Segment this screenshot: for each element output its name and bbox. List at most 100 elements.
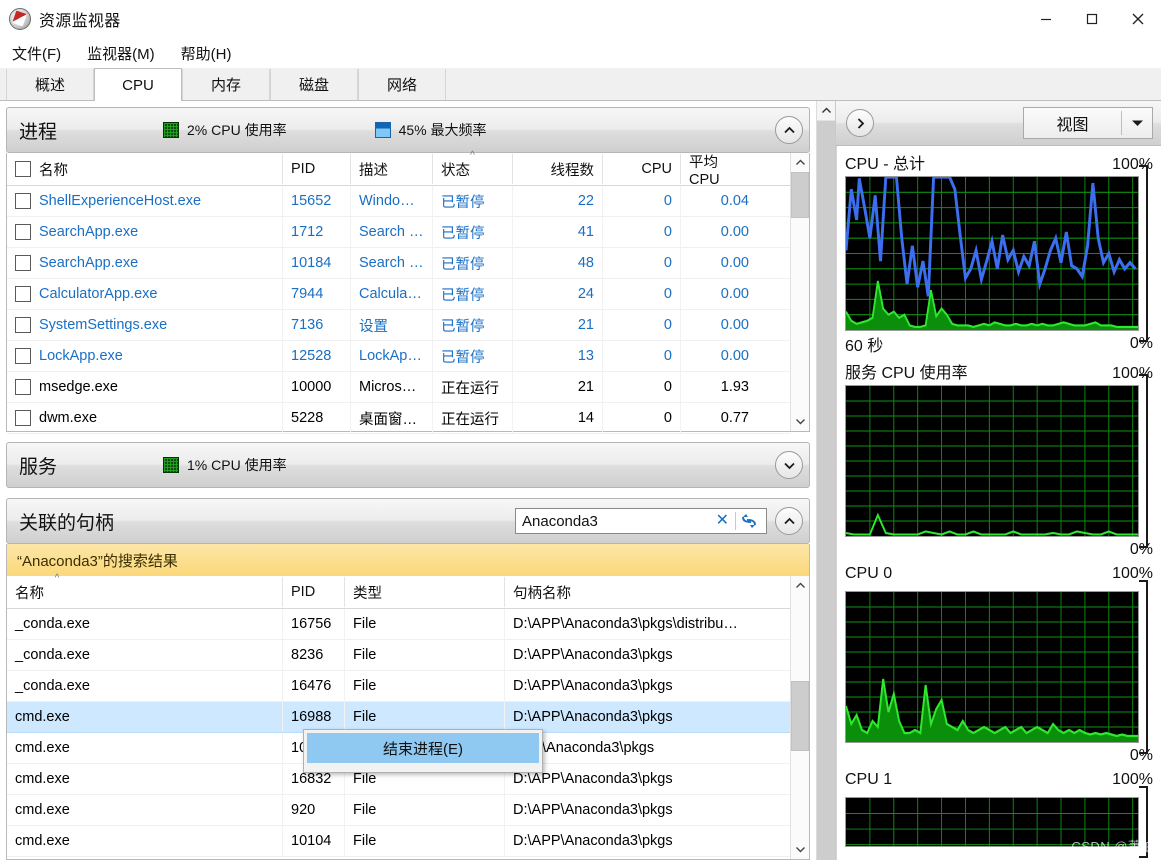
context-menu-item-end-process[interactable]: 结束进程(E) — [307, 733, 539, 763]
tab-cpu[interactable]: CPU — [94, 68, 182, 101]
process-threads: 13 — [512, 341, 602, 371]
row-checkbox[interactable] — [15, 286, 31, 302]
tab-disk[interactable]: 磁盘 — [270, 69, 358, 100]
select-all-checkbox[interactable] — [15, 161, 31, 177]
list-item[interactable]: _conda.exe 8236 File D:\APP\Anaconda3\pk… — [7, 640, 790, 671]
scrollbar-thumb[interactable] — [791, 172, 809, 218]
process-name: SearchApp.exe — [39, 224, 139, 240]
column-header-description[interactable]: 描述 — [350, 154, 432, 184]
list-item[interactable]: _conda.exe 16756 File D:\APP\Anaconda3\p… — [7, 609, 790, 640]
column-header-name[interactable]: 名称 — [7, 154, 282, 184]
handle-pid: 16756 — [282, 609, 344, 639]
column-header-threads[interactable]: 线程数 — [512, 154, 602, 184]
processes-collapse-button[interactable] — [775, 116, 803, 144]
table-row[interactable]: SystemSettings.exe 7136 设置 已暂停 21 0 0.00 — [7, 310, 790, 341]
handle-path: APP\Anaconda3\pkgs — [504, 733, 790, 763]
tab-overview[interactable]: 概述 — [6, 69, 94, 100]
handle-path: D:\APP\Anaconda3\pkgs — [504, 671, 790, 701]
scroll-down-arrow-icon[interactable] — [791, 412, 809, 431]
handle-type: File — [344, 795, 504, 825]
refresh-icon[interactable] — [736, 513, 762, 529]
minimize-button[interactable] — [1023, 0, 1069, 38]
graph-title: CPU 0 — [845, 565, 893, 582]
handle-search-box[interactable]: Anaconda3 ✕ — [515, 508, 767, 534]
row-checkbox[interactable] — [15, 348, 31, 364]
table-row[interactable]: dwm.exe 5228 桌面窗… 正在运行 14 0 0.77 — [7, 403, 790, 434]
list-item[interactable]: cmd.exe 10104 File D:\APP\Anaconda3\pkgs — [7, 826, 790, 857]
handles-collapse-button[interactable] — [775, 507, 803, 535]
handles-scrollbar[interactable] — [790, 576, 809, 859]
tab-network[interactable]: 网络 — [358, 69, 446, 100]
column-header-cpu[interactable]: CPU — [602, 154, 680, 184]
close-button[interactable] — [1115, 0, 1161, 38]
window-title: 资源监视器 — [39, 13, 121, 30]
menu-item-help[interactable]: 帮助(H) — [181, 43, 232, 64]
row-checkbox[interactable] — [15, 255, 31, 271]
scroll-up-arrow-icon[interactable] — [791, 576, 809, 595]
scrollbar-track[interactable] — [791, 172, 809, 412]
services-expand-button[interactable] — [775, 451, 803, 479]
handle-column-header-pid[interactable]: PID — [282, 577, 344, 607]
view-dropdown[interactable]: 视图 — [1023, 107, 1153, 139]
row-checkbox[interactable] — [15, 224, 31, 240]
page-scroll-up-icon[interactable] — [817, 101, 835, 121]
context-menu[interactable]: 结束进程(E) — [303, 729, 543, 773]
scrollbar-thumb[interactable] — [791, 681, 809, 751]
handle-column-header-name[interactable]: ^ 名称 — [7, 574, 282, 607]
search-input[interactable]: Anaconda3 — [522, 513, 710, 530]
processes-section-header[interactable]: 进程 2% CPU 使用率 45% 最大频率 — [6, 107, 810, 153]
handle-column-header-type[interactable]: 类型 — [344, 577, 504, 607]
menu-item-monitor[interactable]: 监视器(M) — [87, 43, 155, 64]
process-name: CalculatorApp.exe — [39, 286, 158, 302]
process-name: SearchApp.exe — [39, 255, 139, 271]
list-item[interactable]: _conda.exe 16476 File D:\APP\Anaconda3\p… — [7, 671, 790, 702]
caret-down-icon[interactable] — [1122, 119, 1152, 127]
handles-section-header[interactable]: 关联的句柄 Anaconda3 ✕ — [6, 498, 810, 544]
scroll-up-arrow-icon[interactable] — [791, 153, 809, 172]
row-checkbox[interactable] — [15, 410, 31, 426]
handle-pid: 10104 — [282, 826, 344, 856]
clear-search-icon[interactable]: ✕ — [710, 513, 735, 529]
table-row[interactable]: LockApp.exe 12528 LockAp… 已暂停 13 0 0.00 — [7, 341, 790, 372]
maximize-button[interactable] — [1069, 0, 1115, 38]
handle-pid: 920 — [282, 795, 344, 825]
row-checkbox[interactable] — [15, 193, 31, 209]
table-row[interactable]: ShellExperienceHost.exe 15652 Windo… 已暂停… — [7, 186, 790, 217]
handles-title: 关联的句柄 — [19, 512, 115, 534]
table-row[interactable]: SearchApp.exe 1712 Search … 已暂停 41 0 0.0… — [7, 217, 790, 248]
graph-axis-bracket — [1139, 580, 1153, 754]
handle-name: _conda.exe — [15, 616, 90, 632]
list-item[interactable]: cmd.exe 920 File D:\APP\Anaconda3\pkgs — [7, 795, 790, 826]
processes-scrollbar[interactable] — [790, 153, 809, 431]
handle-column-header-handle-name[interactable]: 句柄名称 — [504, 577, 790, 607]
tab-memory[interactable]: 内存 — [182, 69, 270, 100]
table-row[interactable]: SearchApp.exe 10184 Search … 已暂停 48 0 0.… — [7, 248, 790, 279]
blue-square-icon — [374, 122, 391, 138]
process-cpu: 0 — [602, 186, 680, 216]
scroll-down-arrow-icon[interactable] — [791, 840, 809, 859]
scrollbar-track[interactable] — [791, 595, 809, 840]
handle-name: cmd.exe — [15, 740, 70, 756]
page-scrollbar-track[interactable] — [817, 121, 835, 860]
column-header-avg-cpu[interactable]: 平均 CPU — [680, 154, 757, 188]
handle-type: File — [344, 702, 504, 732]
handle-type: File — [344, 671, 504, 701]
process-description: Micros… — [350, 372, 432, 402]
page-scrollbar[interactable] — [816, 101, 835, 860]
services-section-header[interactable]: 服务 1% CPU 使用率 — [6, 442, 810, 488]
column-header-status[interactable]: ^ 状态 — [432, 151, 512, 184]
process-status: 已暂停 — [432, 186, 512, 216]
menu-item-file[interactable]: 文件(F) — [12, 43, 61, 64]
handle-name: cmd.exe — [15, 771, 70, 787]
table-row[interactable]: msedge.exe 10000 Micros… 正在运行 21 0 1.93 — [7, 372, 790, 403]
process-status: 已暂停 — [432, 248, 512, 278]
expand-panel-button[interactable] — [846, 109, 874, 137]
process-pid: 15652 — [282, 186, 350, 216]
process-cpu: 0 — [602, 372, 680, 402]
row-checkbox[interactable] — [15, 379, 31, 395]
services-cpu-usage: 1% CPU 使用率 — [163, 455, 287, 475]
process-avg-cpu: 1.93 — [680, 372, 757, 402]
table-row[interactable]: CalculatorApp.exe 7944 Calcula… 已暂停 24 0… — [7, 279, 790, 310]
row-checkbox[interactable] — [15, 317, 31, 333]
column-header-pid[interactable]: PID — [282, 154, 350, 184]
